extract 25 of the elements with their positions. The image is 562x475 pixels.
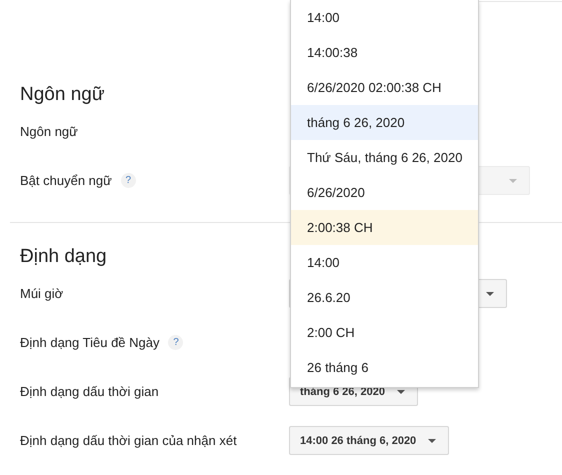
menu-item[interactable]: 2:00:38 CH — [291, 210, 478, 245]
menu-item[interactable]: 2:00 CH — [291, 315, 478, 350]
setting-label: Ngôn ngữ — [20, 124, 78, 139]
menu-item[interactable]: 14:00 — [291, 245, 478, 280]
menu-item[interactable]: 6/26/2020 — [291, 175, 478, 210]
menu-item[interactable]: Thứ Sáu, tháng 6 26, 2020 — [291, 140, 478, 175]
setting-label: Định dạng Tiêu đề Ngày — [20, 335, 160, 350]
setting-label: Múi giờ — [20, 286, 64, 301]
menu-item[interactable]: 26.6.20 — [291, 280, 478, 315]
setting-label: Định dạng dấu thời gian của nhận xét — [20, 433, 237, 448]
menu-item[interactable]: 14:00:38 — [291, 35, 478, 70]
setting-label: Bật chuyển ngữ — [20, 173, 112, 188]
help-icon[interactable]: ? — [168, 335, 184, 350]
help-icon[interactable]: ? — [120, 173, 136, 188]
menu-item[interactable]: 14:00 — [291, 0, 478, 35]
caret-icon — [486, 292, 494, 296]
setting-label: Định dạng dấu thời gian — [20, 384, 159, 399]
section-heading: Ngôn ngữ — [20, 83, 105, 107]
caret-icon — [509, 178, 517, 182]
menu-item[interactable]: tháng 6 26, 2020 — [291, 105, 478, 140]
menu-item[interactable]: 6/26/2020 02:00:38 CH — [291, 70, 478, 105]
section-heading: Định dạng — [20, 245, 107, 269]
caret-icon — [428, 438, 436, 442]
dropdown-button[interactable]: 14:00 26 tháng 6, 2020 — [289, 426, 450, 455]
menu-item[interactable]: 26 tháng 6 — [291, 350, 478, 385]
